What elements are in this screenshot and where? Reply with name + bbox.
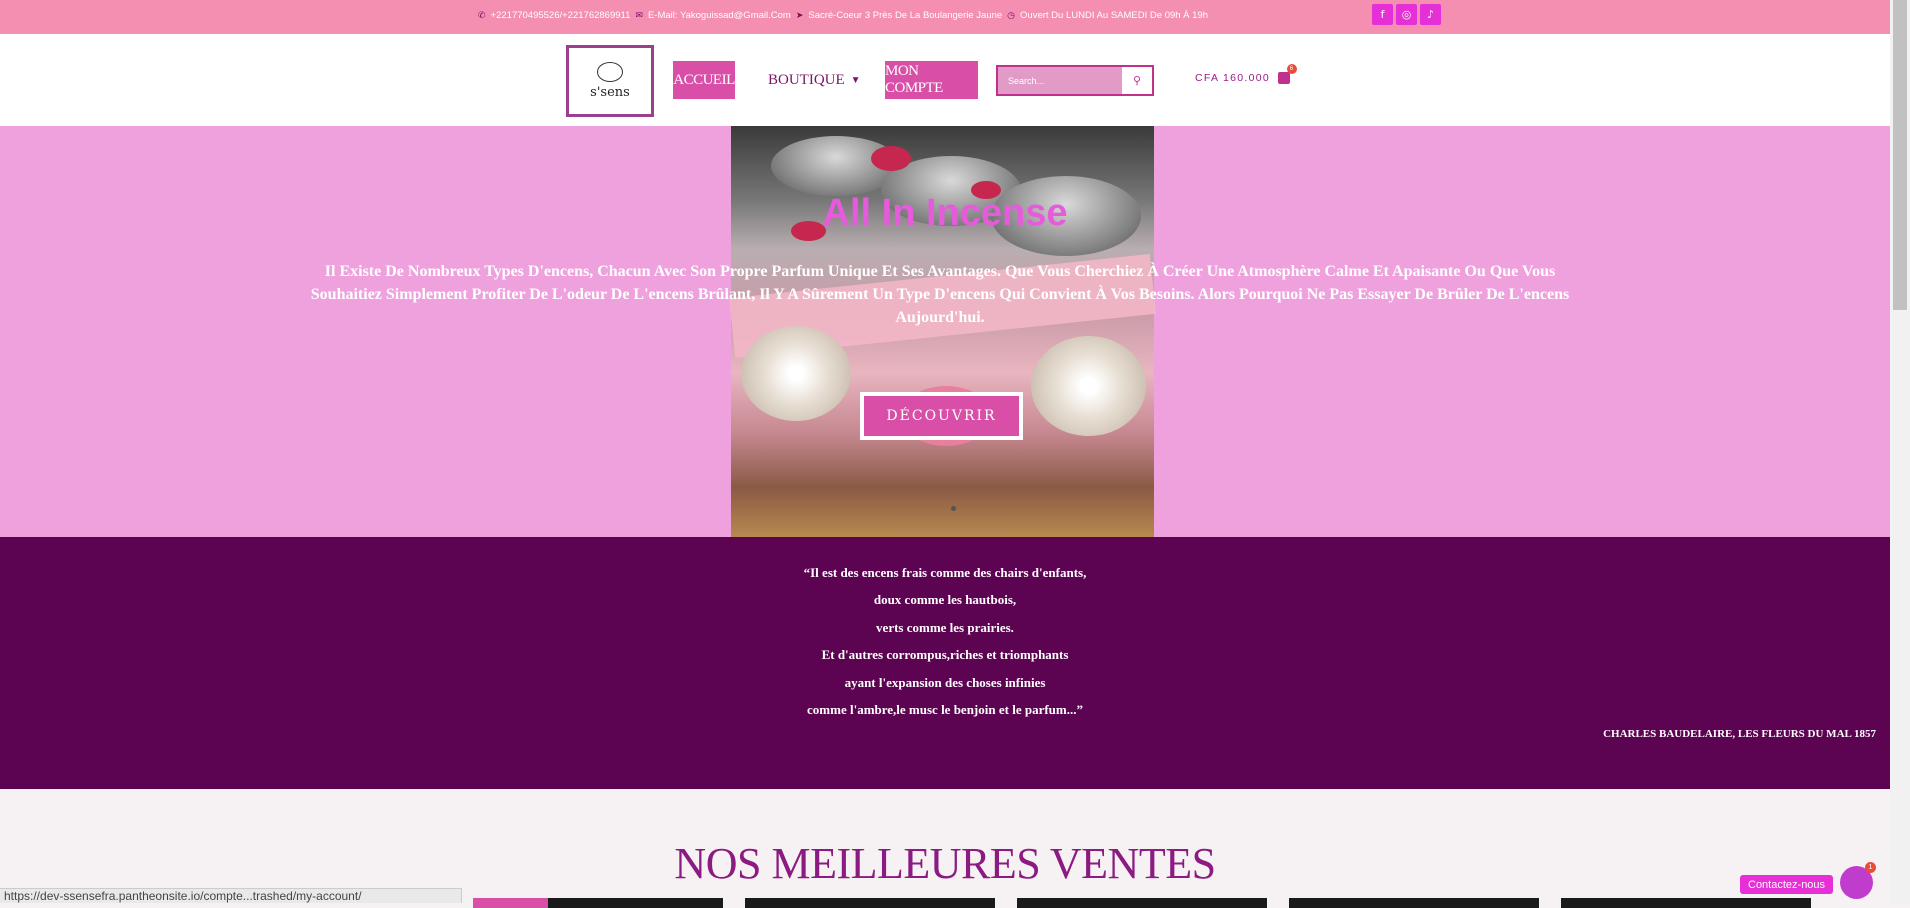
- product-card[interactable]: [1289, 898, 1539, 908]
- site-logo[interactable]: s'sens: [566, 45, 654, 117]
- email-address[interactable]: E-Mail: Yakoguissad@Gmail.Com: [648, 10, 791, 21]
- product-card[interactable]: [1017, 898, 1267, 908]
- envelope-icon: ✉: [635, 10, 643, 20]
- product-card[interactable]: [1561, 898, 1811, 908]
- quote-author: CHARLES BAUDELAIRE, LES FLEURS DU MAL 18…: [1603, 728, 1876, 740]
- rose-logo-icon: [597, 62, 623, 82]
- store-address: Sacré-Coeur 3 Près De La Boulangerie Jau…: [808, 10, 1003, 21]
- hero-description: Il Existe De Nombreux Types D'encens, Ch…: [310, 263, 1570, 326]
- hero-title: All In Incense: [822, 192, 1068, 234]
- phone-number[interactable]: +221770495526/+221762869911: [491, 10, 631, 21]
- quote-line: comme l'ambre,le musc le benjoin et le p…: [807, 702, 1083, 717]
- phone-icon: ✆: [478, 10, 486, 20]
- shopping-bag-icon: 6: [1278, 64, 1298, 84]
- top-info-bar: ✆ +221770495526/+221762869911 ✉ E-Mail: …: [0, 0, 1890, 34]
- instagram-icon[interactable]: ◎: [1396, 4, 1417, 25]
- product-card[interactable]: [473, 898, 723, 908]
- search-input[interactable]: Search...: [998, 67, 1122, 94]
- logo-text: s'sens: [590, 85, 630, 100]
- cart-link[interactable]: CFA 160.000 6: [1195, 64, 1298, 84]
- nav-shop[interactable]: BOUTIQUE ▼: [768, 61, 861, 99]
- opening-hours: Ouvert Du LUNDI Au SAMEDI De 09h À 19h: [1020, 10, 1209, 21]
- quote-line: verts comme les prairies.: [876, 620, 1014, 635]
- scrollbar-thumb[interactable]: [1893, 0, 1907, 310]
- cart-count-badge: 6: [1287, 64, 1298, 74]
- slider-dot[interactable]: [951, 506, 956, 511]
- chat-badge: 1: [1865, 862, 1876, 873]
- facebook-icon[interactable]: f: [1372, 4, 1393, 25]
- search-icon: ⚲: [1132, 74, 1142, 87]
- best-sellers-title: NOS MEILLEURES VENTES: [674, 839, 1216, 888]
- product-card[interactable]: [745, 898, 995, 908]
- nav-account[interactable]: MON COMPTE: [885, 61, 978, 99]
- cart-total: CFA 160.000: [1195, 72, 1271, 84]
- quote-line: “Il est des encens frais comme des chair…: [803, 565, 1087, 580]
- search-button[interactable]: ⚲: [1122, 67, 1152, 94]
- incense-jars-image: [729, 126, 1156, 537]
- status-url: https://dev-ssensefra.pantheonsite.io/co…: [0, 888, 462, 903]
- contact-us-button[interactable]: Contactez-nous: [1740, 875, 1834, 894]
- hero-section: [0, 126, 1890, 537]
- discover-button[interactable]: DÉCOUVRIR: [860, 392, 1023, 440]
- quote-line: ayant l'expansion des choses infinies: [844, 675, 1046, 690]
- tiktok-icon[interactable]: ♪: [1420, 4, 1441, 25]
- clock-icon: ◷: [1007, 10, 1016, 20]
- nav-shop-label: BOUTIQUE: [768, 71, 845, 88]
- caret-down-icon: ▼: [850, 74, 861, 86]
- quote-line: doux comme les hautbois,: [873, 592, 1017, 607]
- location-arrow-icon: ➤: [795, 10, 804, 20]
- contact-info: ✆ +221770495526/+221762869911 ✉ E-Mail: …: [478, 10, 1208, 21]
- quote-line: Et d'autres corrompus,riches et triompha…: [821, 647, 1069, 662]
- search-form: Search... ⚲: [996, 65, 1154, 96]
- nav-home[interactable]: ACCUEIL: [673, 61, 735, 99]
